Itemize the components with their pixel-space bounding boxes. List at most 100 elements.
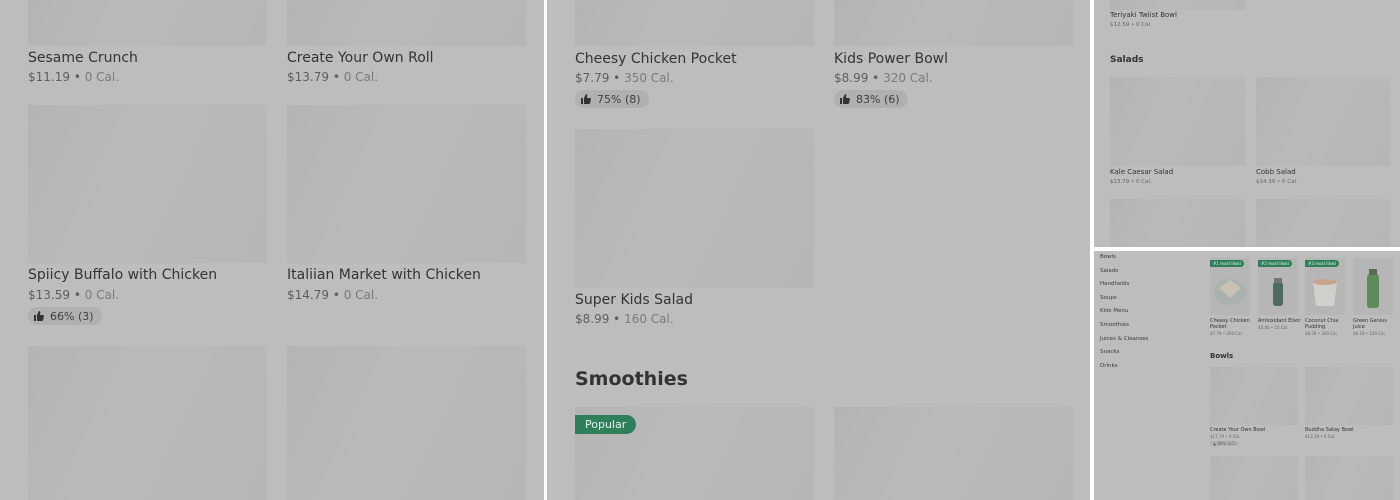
item-meta: $7.79 • 350 Cal. (575, 71, 674, 85)
item-calories: 0 Cal. (343, 288, 379, 302)
item-price: $12.59 (1110, 22, 1130, 28)
featured-item-name[interactable]: Antioxidant Elixir (1258, 318, 1302, 324)
featured-item-meta: $6.19 • 120 Cal. (1353, 331, 1386, 336)
item-name[interactable]: Kids Power Bowl (834, 51, 948, 67)
item-meta: $13.19 • 0 Cal. (1305, 434, 1336, 439)
item-name[interactable]: Spiicy Buffalo with Chicken (28, 267, 217, 283)
item-meta: $11.19 • 0 Cal. (28, 70, 120, 84)
menu-panel-bowls: Sesame Crunch $11.19 • 0 Cal. Create You… (0, 0, 544, 500)
featured-item-name[interactable]: Cheesy Chicken Pocket (1210, 318, 1252, 330)
rating-badge: 75% (8) (575, 90, 649, 108)
item-image[interactable] (1110, 199, 1245, 247)
item-price: $11.19 (28, 70, 70, 84)
most-liked-badge: #1 most liked (1210, 260, 1244, 267)
item-name[interactable]: Create Your Own Roll (287, 50, 434, 66)
item-name[interactable]: Create Your Own Bowl (1210, 427, 1265, 433)
item-name[interactable]: Teriyaki Twiist Bowl (1110, 11, 1177, 19)
item-image[interactable] (287, 0, 526, 46)
item-meta: $12.59 • 0 Cal. (1110, 22, 1152, 28)
featured-item-name[interactable]: Green Genius Juice (1353, 318, 1393, 330)
item-image[interactable] (1305, 367, 1393, 425)
section-title: Bowls (1210, 352, 1234, 360)
item-image[interactable] (1256, 199, 1390, 247)
item-calories: 0 Cal. (84, 70, 120, 84)
item-calories: 160 Cal. (624, 312, 674, 326)
item-image[interactable] (575, 129, 814, 288)
item-calories: 0 Cal. (1136, 179, 1152, 185)
item-price: $7.79 (575, 71, 610, 85)
sidebar-item-drinks[interactable]: Drinks (1100, 363, 1118, 369)
rating-badge: 66% (3) (28, 307, 102, 325)
item-meta: $8.99 • 160 Cal. (575, 312, 674, 326)
rating-text: 66% (3) (50, 309, 94, 323)
item-meta: $13.59 • 0 Cal. (28, 288, 120, 302)
most-liked-badge: #3 most liked (1305, 260, 1339, 267)
item-calories: 350 Cal. (624, 71, 674, 85)
juice-bottle-image (1367, 269, 1379, 308)
item-price: $14.79 (287, 288, 329, 302)
sidebar-item-snacks[interactable]: Snacks (1100, 349, 1119, 355)
rating-badge: ▲ 88% (27) (1210, 441, 1239, 446)
item-meta: $8.99 • 320 Cal. (834, 71, 933, 85)
item-name[interactable]: Cheesy Chicken Pocket (575, 51, 737, 67)
most-liked-badge: #2 most liked (1258, 260, 1292, 267)
item-price: $8.99 (575, 312, 610, 326)
item-image[interactable] (287, 105, 526, 263)
item-name[interactable]: Cobb Salad (1256, 168, 1296, 176)
item-calories: 0 Cal. (343, 70, 379, 84)
item-name[interactable]: Sesame Crunch (28, 50, 138, 66)
item-name[interactable]: Kale Caesar Salad (1110, 168, 1173, 176)
item-meta: $14.79 • 0 Cal. (287, 288, 379, 302)
thumbs-up-icon (840, 94, 850, 104)
item-calories: 0 Cal. (84, 288, 120, 302)
item-price: $14.39 (1256, 179, 1276, 185)
item-image[interactable] (575, 0, 814, 46)
item-image[interactable] (28, 105, 267, 263)
sidebar-item-kids-menu[interactable]: Kids Menu (1100, 308, 1128, 314)
sidebar-item-smoothies[interactable]: Smoothies (1100, 322, 1129, 328)
featured-item-image[interactable] (1353, 258, 1393, 315)
item-image[interactable] (834, 407, 1073, 500)
item-image[interactable] (1110, 0, 1245, 10)
thumbs-up-icon (34, 311, 44, 321)
item-meta: $14.39 • 0 Cal. (1256, 179, 1298, 185)
item-name[interactable]: Italiian Market with Chicken (287, 267, 481, 283)
section-title: Salads (1110, 55, 1144, 65)
item-calories: 0 Cal. (1282, 179, 1298, 185)
item-meta: $13.79 • 0 Cal. (1110, 179, 1152, 185)
sidebar-item-handhelds[interactable]: Handhelds (1100, 281, 1129, 287)
featured-item-meta: $4.40 • 10 Cal. (1258, 325, 1289, 330)
rating-text: 83% (6) (856, 92, 900, 106)
item-image[interactable] (28, 0, 267, 46)
item-image[interactable] (1305, 456, 1393, 500)
item-image[interactable] (1256, 77, 1390, 166)
item-image[interactable] (287, 346, 526, 500)
item-image[interactable] (1210, 367, 1298, 425)
item-price: $13.79 (1110, 179, 1130, 185)
item-price: $13.79 (287, 70, 329, 84)
menu-panel-kids: Cheesy Chicken Pocket $7.79 • 350 Cal. 7… (547, 0, 1090, 500)
featured-item-meta: $6.59 • 320 Cal. (1305, 331, 1338, 336)
rating-text: 88% (27) (1217, 441, 1236, 446)
sidebar-item-soups[interactable]: Soups (1100, 295, 1117, 301)
item-name[interactable]: Super Kids Salad (575, 292, 693, 308)
item-name[interactable]: Buddha Satay Bowl (1305, 427, 1354, 433)
sidebar-item-salads[interactable]: Salads (1100, 268, 1118, 274)
featured-item-name[interactable]: Coconut Chia Pudding (1305, 318, 1347, 330)
item-image[interactable] (834, 0, 1073, 46)
sidebar-item-juices[interactable]: Juices & Cleanses (1100, 336, 1148, 342)
sidebar-item-bowls[interactable]: Bowls (1100, 254, 1116, 260)
item-price: $8.99 (834, 71, 869, 85)
rating-text: 75% (8) (597, 92, 641, 106)
featured-item-meta: $7.79 • 350 Cal. (1210, 331, 1243, 336)
item-meta: $13.79 • 0 Cal. (287, 70, 379, 84)
section-title: Smoothies (575, 368, 688, 390)
item-price: $13.59 (28, 288, 70, 302)
rating-badge: 83% (6) (834, 90, 908, 108)
item-image[interactable] (28, 346, 267, 500)
item-meta: $17.79 • 0 Cal. (1210, 434, 1241, 439)
item-image[interactable] (1110, 77, 1245, 166)
item-calories: 320 Cal. (883, 71, 933, 85)
item-image[interactable] (1210, 456, 1298, 500)
popular-badge: Popular (575, 415, 637, 434)
